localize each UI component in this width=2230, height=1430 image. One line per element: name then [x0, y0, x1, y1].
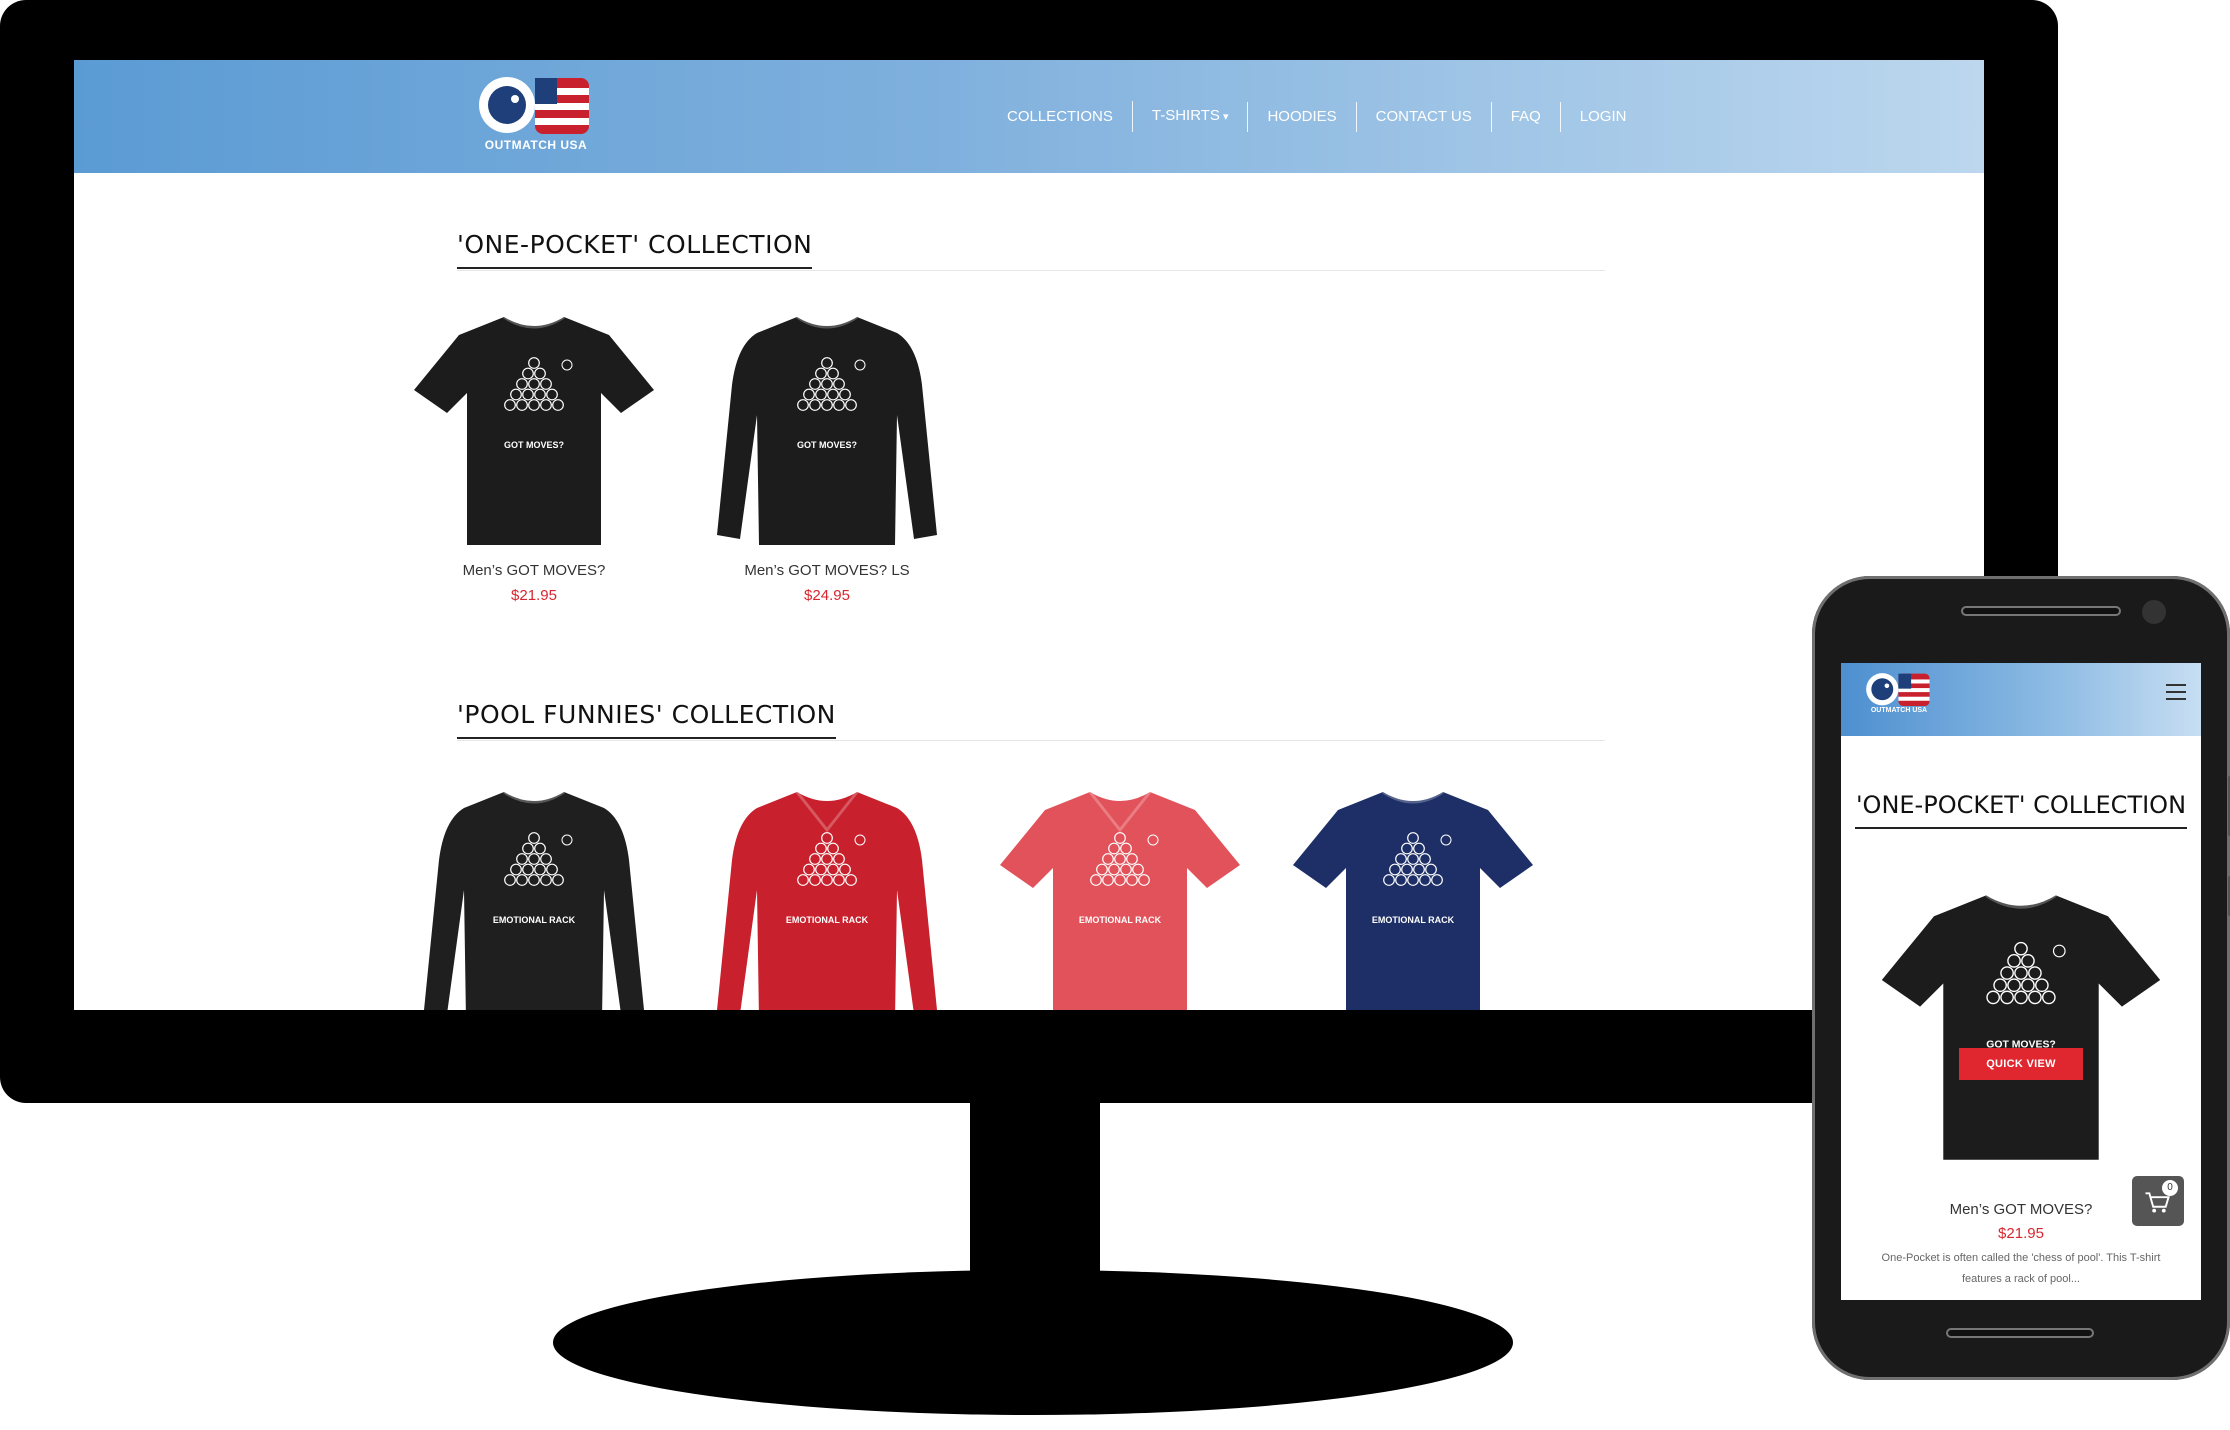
chevron-down-icon: ▾ [1222, 111, 1229, 123]
collection-title: 'POOL FUNNIES' COLLECTION [457, 700, 836, 739]
product-image[interactable]: EMOTIONAL RACK [702, 780, 952, 1010]
product-name[interactable]: Men’s GOT MOVES? LS [697, 562, 957, 579]
mobile-phone: OUTMATCH USA 'ONE-POCKET' COLLECTION GOT… [1812, 576, 2230, 1380]
collection-title: 'ONE-POCKET' COLLECTION [1855, 791, 2187, 829]
svg-text:GOT MOVES?: GOT MOVES? [797, 440, 857, 450]
phone-home-bar [1946, 1328, 2094, 1338]
collection-title: 'ONE-POCKET' COLLECTION [457, 230, 813, 269]
site-logo[interactable]: OUTMATCH USA [477, 72, 595, 158]
phone-speaker [1961, 606, 2121, 616]
site-logo[interactable]: OUTMATCH USA [1865, 669, 1933, 721]
nav-label: HOODIES [1267, 107, 1337, 125]
nav-label: FAQ [1510, 107, 1541, 125]
nav-collections[interactable]: COLLECTIONS [988, 102, 1132, 132]
cart-count-badge: 0 [2162, 1180, 2178, 1196]
quick-view-button[interactable]: QUICK VIEW [1959, 1048, 2083, 1080]
mobile-screen: OUTMATCH USA 'ONE-POCKET' COLLECTION GOT… [1841, 663, 2201, 1300]
title-divider [457, 270, 1605, 271]
product-card[interactable]: EMOTIONAL RACK [697, 780, 957, 1010]
cart-button[interactable]: 0 [2132, 1176, 2184, 1226]
nav-label: LOGIN [1579, 107, 1627, 125]
monitor-base [553, 1270, 1513, 1415]
desktop-screen: OUTMATCH USA COLLECTIONS T-SHIRTS ▾ HOODI… [74, 60, 1984, 1010]
menu-icon[interactable] [2166, 684, 2186, 705]
main-nav: COLLECTIONS T-SHIRTS ▾ HOODIES CONTACT US… [988, 101, 1645, 132]
nav-label: CONTACT US [1375, 107, 1472, 125]
title-divider [457, 740, 1605, 741]
product-image[interactable]: GOT MOVES? [702, 305, 952, 550]
nav-label: COLLECTIONS [1007, 107, 1113, 125]
product-description: One-Pocket is often called the 'chess of… [1881, 1252, 2161, 1285]
product-card[interactable]: EMOTIONAL RACK [404, 780, 664, 1010]
monitor-neck [970, 1095, 1100, 1285]
mobile-header: OUTMATCH USA [1841, 663, 2201, 736]
brand-name: OUTMATCH USA [484, 138, 588, 152]
svg-text:EMOTIONAL RACK: EMOTIONAL RACK [1372, 915, 1455, 925]
product-name[interactable]: Men’s GOT MOVES? [404, 562, 664, 579]
product-card[interactable]: GOT MOVES? Men’s GOT MOVES? LS $24.95 [697, 305, 957, 604]
svg-text:GOT MOVES?: GOT MOVES? [504, 440, 564, 450]
site-header: OUTMATCH USA COLLECTIONS T-SHIRTS ▾ HOODI… [74, 60, 1984, 173]
svg-text:EMOTIONAL RACK: EMOTIONAL RACK [786, 915, 869, 925]
product-image[interactable]: EMOTIONAL RACK [409, 780, 659, 1010]
product-image[interactable]: GOT MOVES? [1876, 881, 2166, 1171]
svg-text:EMOTIONAL RACK: EMOTIONAL RACK [493, 915, 576, 925]
product-price: $21.95 [1998, 1225, 2044, 1242]
product-price: $21.95 [511, 587, 557, 604]
product-card[interactable]: GOT MOVES? Men’s GOT MOVES? $21.95 [404, 305, 664, 604]
product-image[interactable]: EMOTIONAL RACK [1288, 780, 1538, 1010]
product-card[interactable]: EMOTIONAL RACK [1283, 780, 1543, 1010]
product-image[interactable]: GOT MOVES? [409, 305, 659, 550]
nav-contact-us[interactable]: CONTACT US [1355, 101, 1491, 132]
nav-label: T-SHIRTS [1151, 107, 1220, 124]
product-image[interactable]: EMOTIONAL RACK [995, 780, 1245, 1010]
phone-camera [2142, 600, 2166, 624]
svg-text:EMOTIONAL RACK: EMOTIONAL RACK [1079, 915, 1162, 925]
product-card[interactable]: EMOTIONAL RACK [990, 780, 1250, 1010]
nav-login[interactable]: LOGIN [1559, 101, 1646, 132]
desktop-monitor: OUTMATCH USA COLLECTIONS T-SHIRTS ▾ HOODI… [0, 0, 2058, 1103]
nav-t-shirts[interactable]: T-SHIRTS ▾ [1131, 101, 1248, 132]
nav-faq[interactable]: FAQ [1490, 101, 1560, 132]
nav-hoodies[interactable]: HOODIES [1247, 101, 1355, 132]
product-price: $24.95 [804, 587, 850, 604]
brand-name: OUTMATCH USA [1870, 707, 1928, 714]
